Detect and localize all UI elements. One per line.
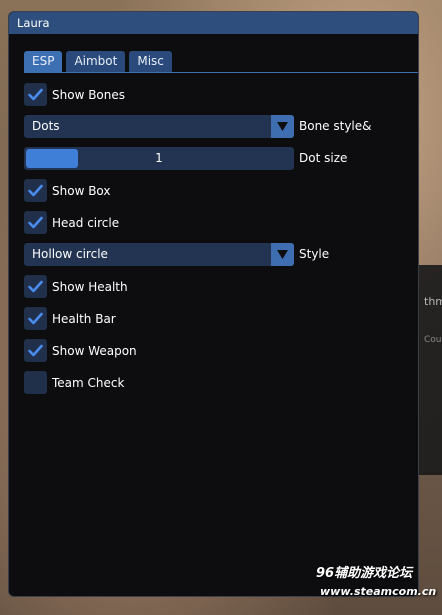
head-style-value: Hollow circle: [32, 247, 108, 261]
tab-aimbot[interactable]: Aimbot: [66, 51, 126, 72]
watermark-url: www.steamcom.cn: [320, 585, 437, 598]
show-health-row: Show Health: [24, 275, 128, 298]
show-weapon-row: Show Weapon: [24, 339, 137, 362]
health-bar-checkbox[interactable]: [24, 307, 47, 330]
dot-size-label: Dot size: [299, 151, 348, 165]
health-bar-row: Health Bar: [24, 307, 116, 330]
show-health-checkbox[interactable]: [24, 275, 47, 298]
tab-underline: [24, 72, 418, 73]
head-circle-row: Head circle: [24, 211, 119, 234]
tab-misc[interactable]: Misc: [129, 51, 172, 72]
head-circle-label: Head circle: [52, 215, 120, 230]
dot-size-value: 1: [155, 151, 163, 165]
head-style-dropdown[interactable]: Hollow circle: [24, 243, 294, 266]
bone-style-label: Bone style&: [299, 119, 372, 133]
background-game-panel: thm Coun: [416, 265, 442, 475]
bone-style-dropdown[interactable]: Dots: [24, 115, 294, 138]
checkmark-icon: [28, 312, 43, 325]
background-text: Coun: [424, 335, 442, 345]
head-style-label: Style: [299, 247, 330, 261]
checkmark-icon: [28, 184, 43, 197]
bone-style-value: Dots: [32, 119, 60, 133]
watermark-logo: 96辅助游戏论坛: [316, 566, 413, 581]
background-text: thm: [424, 295, 442, 308]
health-bar-label: Health Bar: [52, 311, 116, 326]
tab-esp[interactable]: ESP: [24, 51, 63, 72]
show-weapon-checkbox[interactable]: [24, 339, 47, 362]
window-titlebar[interactable]: Laura: [9, 12, 418, 34]
team-check-checkbox[interactable]: [24, 371, 47, 394]
show-bones-checkbox[interactable]: [24, 83, 47, 106]
dropdown-arrow-icon: [271, 243, 294, 266]
window-title: Laura: [17, 16, 50, 30]
show-box-label: Show Box: [52, 183, 111, 198]
team-check-row: Team Check: [24, 371, 124, 394]
cheat-menu-window: Laura ESP Aimbot Misc Show Bones Dots Bo…: [8, 11, 419, 597]
team-check-label: Team Check: [52, 375, 125, 390]
dropdown-arrow-icon: [271, 115, 294, 138]
show-box-checkbox[interactable]: [24, 179, 47, 202]
show-weapon-label: Show Weapon: [52, 343, 137, 358]
checkmark-icon: [28, 88, 43, 101]
show-bones-label: Show Bones: [52, 87, 126, 102]
checkmark-icon: [28, 216, 43, 229]
show-box-row: Show Box: [24, 179, 111, 202]
show-health-label: Show Health: [52, 279, 128, 294]
head-circle-checkbox[interactable]: [24, 211, 47, 234]
show-bones-row: Show Bones: [24, 83, 125, 106]
checkmark-icon: [28, 280, 43, 293]
tab-bar: ESP Aimbot Misc: [24, 51, 172, 72]
dot-size-slider[interactable]: 1: [24, 147, 294, 170]
checkmark-icon: [28, 344, 43, 357]
